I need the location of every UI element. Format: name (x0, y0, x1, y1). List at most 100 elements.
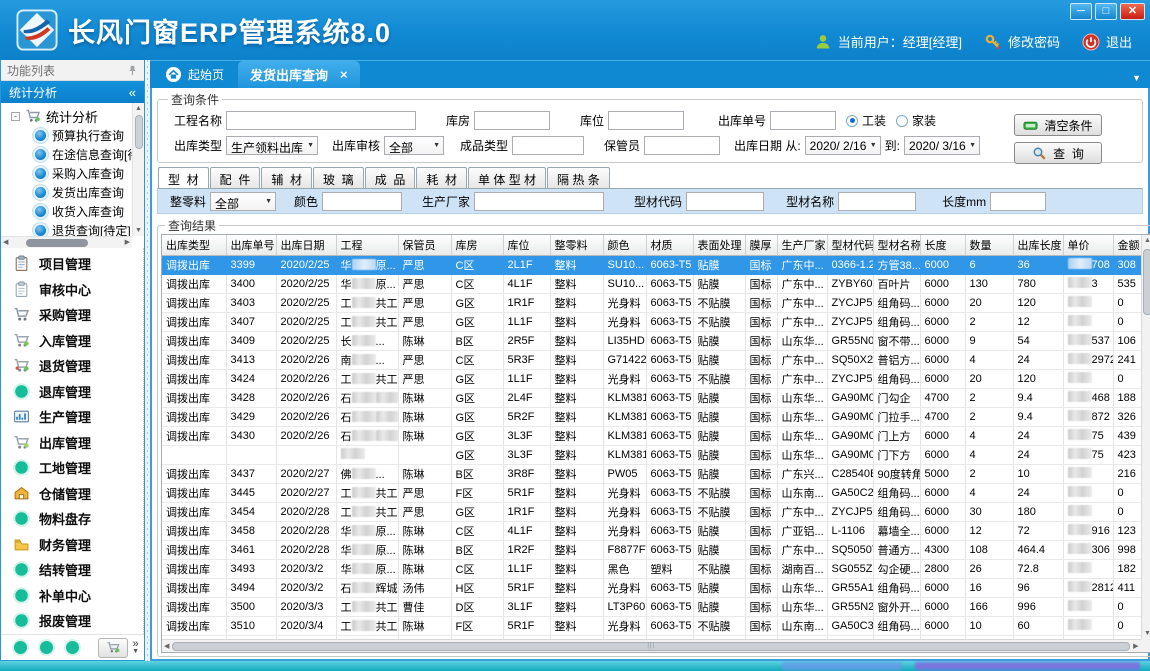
material-tab-耗材[interactable]: 耗 材 (416, 167, 467, 188)
column-header-库位[interactable]: 库位 (503, 235, 550, 255)
table-row[interactable]: 调拨出库33992020/2/25华原...严思C区2L1F整料SU10...6… (162, 255, 1150, 274)
material-tab-辅材[interactable]: 辅 材 (261, 167, 312, 188)
column-header-出库长度[interactable]: 出库长度 (1013, 235, 1063, 255)
column-header-出库单号[interactable]: 出库单号 (226, 235, 276, 255)
color-input[interactable] (322, 192, 402, 211)
manufacturer-input[interactable] (474, 192, 604, 211)
change-password-link[interactable]: 修改密码 (1008, 32, 1060, 51)
tab-home[interactable]: 起始页 (153, 61, 236, 88)
project-name-input[interactable] (226, 111, 416, 130)
grid-hscroll-thumb[interactable] (172, 642, 1130, 651)
tree-item-采购入库查询[interactable]: 采购入库查询 (1, 164, 144, 183)
column-header-型材名称[interactable]: 型材名称 (873, 235, 920, 255)
material-tab-配件[interactable]: 配 件 (210, 167, 261, 188)
part-select[interactable]: 全部 (210, 192, 276, 211)
quick-cart-button[interactable] (98, 638, 128, 658)
column-header-工程[interactable]: 工程 (336, 235, 398, 255)
name-input[interactable] (838, 192, 916, 211)
sidebar-item-退库管理[interactable]: 退库管理 (1, 379, 143, 405)
column-header-库房[interactable]: 库房 (451, 235, 503, 255)
table-row[interactable]: 调拨出库34292020/2/26石城陈琳G区5R2F整料KLM38176063… (162, 407, 1150, 426)
grid-vertical-scrollbar[interactable]: ▲ ▼ (1141, 235, 1150, 639)
column-header-膜厚[interactable]: 膜厚 (745, 235, 777, 255)
scroll-up-icon[interactable]: ▲ (1144, 235, 1150, 246)
grid-vscroll-thumb[interactable] (1143, 249, 1150, 315)
table-row[interactable]: 调拨出库34372020/2/27佛...陈琳B区3R8F整料PW056063-… (162, 464, 1150, 483)
quick-dot-icon[interactable] (40, 641, 53, 654)
material-tab-隔热条[interactable]: 隔 热 条 (547, 167, 610, 188)
date-to-picker[interactable]: 2020/ 3/16 (904, 136, 980, 155)
quick-dot-icon[interactable] (66, 641, 79, 654)
scroll-right-icon[interactable]: ▶ (125, 237, 130, 248)
clear-conditions-button[interactable]: 清空条件 (1014, 114, 1102, 136)
column-header-整零料[interactable]: 整零料 (550, 235, 603, 255)
grid-horizontal-scrollbar[interactable]: ◀ ▶ (162, 639, 1141, 652)
sidebar-item-物料盘存[interactable]: 物料盘存 (1, 506, 143, 532)
tree-expander-icon[interactable]: - (11, 112, 20, 121)
tree-horizontal-scrollbar[interactable]: ◀ ▶ (1, 236, 132, 248)
table-row[interactable]: 调拨出库34582020/2/28华原...陈琳C区4L1F整料光身料6063-… (162, 521, 1150, 540)
code-input[interactable] (686, 192, 764, 211)
quick-dot-icon[interactable] (14, 641, 27, 654)
column-header-单价[interactable]: 单价 (1063, 235, 1113, 255)
tree-item-发货出库查询[interactable]: 发货出库查询 (1, 183, 144, 202)
tab-close-icon[interactable]: × (340, 68, 348, 81)
sidebar-item-采购管理[interactable]: 采购管理 (1, 302, 143, 328)
table-row[interactable]: G区3L3F整料KLM38176063-T5贴膜国标山东华...GA90M09.… (162, 445, 1150, 464)
scroll-down-icon[interactable]: ▼ (1144, 628, 1150, 639)
table-row[interactable]: 调拨出库34302020/2/26石城陈琳G区3L3F整料KLM38176063… (162, 426, 1150, 445)
search-button[interactable]: 查 询 (1014, 142, 1102, 164)
table-row[interactable]: 调拨出库34452020/2/27工共工程严思F区5R1F整料光身料6063-T… (162, 483, 1150, 502)
column-header-数量[interactable]: 数量 (965, 235, 1013, 255)
sidebar-item-仓储管理[interactable]: 仓储管理 (1, 481, 143, 507)
column-header-出库类型[interactable]: 出库类型 (162, 235, 226, 255)
tree-item-在途信息查询[待[interactable]: 在途信息查询[待 (1, 145, 144, 164)
sidebar-item-工地管理[interactable]: 工地管理 (1, 455, 143, 481)
sidebar-item-补单中心[interactable]: 补单中心 (1, 583, 143, 609)
scroll-down-icon[interactable]: ▼ (135, 225, 142, 236)
keeper-input[interactable] (644, 136, 720, 155)
tree-vertical-scrollbar[interactable]: ▲ ▼ (132, 103, 144, 236)
table-row[interactable]: 调拨出库34612020/2/28华原...陈琳B区1R2F整料F8877FT6… (162, 540, 1150, 559)
column-header-型材代码[interactable]: 型材代码 (827, 235, 873, 255)
sidebar-item-退货管理[interactable]: 退货管理 (1, 353, 143, 379)
tree-item-收货入库查询[interactable]: 收货入库查询 (1, 202, 144, 221)
sidebar-item-入库管理[interactable]: 入库管理 (1, 328, 143, 354)
sidebar-item-出库管理[interactable]: 出库管理 (1, 430, 143, 456)
tree-root-node[interactable]: - 统计分析 (1, 106, 144, 126)
column-header-保管员[interactable]: 保管员 (398, 235, 451, 255)
table-row[interactable]: 调拨出库34542020/2/28工共工程严思G区1R1F整料光身料6063-T… (162, 502, 1150, 521)
sidebar-item-项目管理[interactable]: 项目管理 (1, 251, 143, 277)
table-row[interactable]: 调拨出库34942020/3/2石辉城汤伟H区5R1F整料光身料6063-T5贴… (162, 578, 1150, 597)
column-header-颜色[interactable]: 颜色 (603, 235, 646, 255)
close-button[interactable]: ✕ (1120, 3, 1145, 20)
column-header-生产厂家[interactable]: 生产厂家 (777, 235, 827, 255)
sidebar-item-财务管理[interactable]: 财务管理 (1, 532, 143, 558)
tree-item-预算执行查询[interactable]: 预算执行查询 (1, 126, 144, 145)
column-header-表面处理[interactable]: 表面处理 (693, 235, 745, 255)
scroll-left-icon[interactable]: ◀ (3, 237, 8, 248)
table-row[interactable]: 调拨出库35102020/3/4工共工程陈琳F区5R1F整料光身料6063-T5… (162, 616, 1150, 635)
table-row[interactable]: 调拨出库34032020/2/25工共工程严思G区1R1F整料光身料6063-T… (162, 293, 1150, 312)
material-tab-成品[interactable]: 成 品 (365, 167, 416, 188)
outbound-type-select[interactable]: 生产领料出库 (226, 136, 318, 155)
warehouse-input[interactable] (474, 111, 550, 130)
pin-icon[interactable] (127, 65, 138, 76)
table-row[interactable]: 调拨出库35002020/3/3工共工程曹佳D区3L1F整料LT3P606063… (162, 597, 1150, 616)
radio-home[interactable]: 家装 (896, 112, 936, 129)
length-input[interactable] (990, 192, 1046, 211)
table-row[interactable]: 调拨出库34002020/2/25华原...严思C区4L1F整料SU10...6… (162, 274, 1150, 293)
column-header-出库日期[interactable]: 出库日期 (276, 235, 336, 255)
material-tab-单体型材[interactable]: 单 体 型 材 (468, 167, 546, 188)
table-row[interactable]: 调拨出库34242020/2/26工共工程严思G区1L1F整料光身料6063-T… (162, 369, 1150, 388)
table-row[interactable]: 调拨出库34092020/2/25长...陈琳B区2R5F整料LI35HD606… (162, 331, 1150, 350)
tree-hscroll-thumb[interactable] (26, 239, 88, 247)
product-type-input[interactable] (512, 136, 584, 155)
column-header-材质[interactable]: 材质 (646, 235, 693, 255)
scroll-left-icon[interactable]: ◀ (164, 641, 169, 652)
sidebar-item-生产管理[interactable]: 生产管理 (1, 404, 143, 430)
order-no-input[interactable] (770, 111, 836, 130)
scroll-right-icon[interactable]: ▶ (1133, 641, 1138, 652)
maximize-button[interactable]: □ (1095, 3, 1117, 20)
more-chevron[interactable]: »▼ (132, 640, 139, 656)
